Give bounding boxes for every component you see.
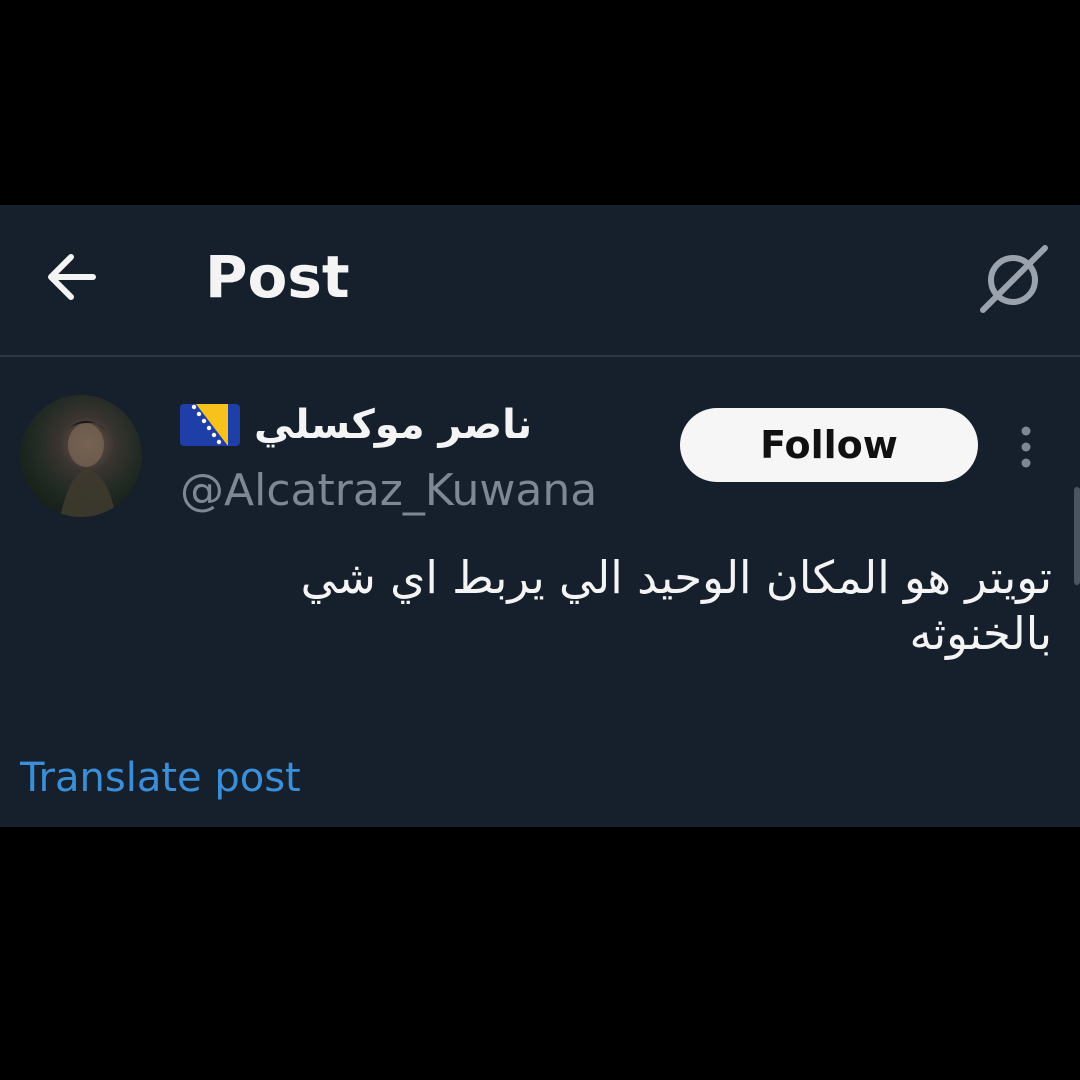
bosnia-flag-icon (180, 404, 240, 446)
author-display-name[interactable]: ناصر موكسلي (254, 397, 532, 453)
author-handle[interactable]: @Alcatraz_Kuwana (180, 463, 597, 519)
arrow-left-icon (48, 254, 96, 300)
post-screen: Post ناصر موكسلي @Alcatraz_Kuwana Follow… (0, 205, 1080, 827)
back-button[interactable] (38, 245, 102, 309)
avatar-image (60, 421, 116, 517)
author-name-row: ناصر موكسلي (180, 395, 532, 455)
more-options-button[interactable] (1008, 419, 1044, 475)
follow-button[interactable]: Follow (680, 408, 978, 482)
grok-icon (980, 245, 1048, 313)
page-title: Post (205, 243, 350, 311)
header-divider (0, 355, 1080, 357)
post-text: تويتر هو المكان الوحيد الي يربط اي شي با… (300, 551, 1052, 660)
avatar[interactable] (20, 395, 142, 517)
scrollbar[interactable] (1074, 487, 1080, 585)
grok-button[interactable] (972, 237, 1056, 321)
translate-post-link[interactable]: Translate post (20, 750, 301, 806)
top-bar: Post (0, 205, 1080, 355)
more-vertical-icon (1021, 426, 1031, 468)
